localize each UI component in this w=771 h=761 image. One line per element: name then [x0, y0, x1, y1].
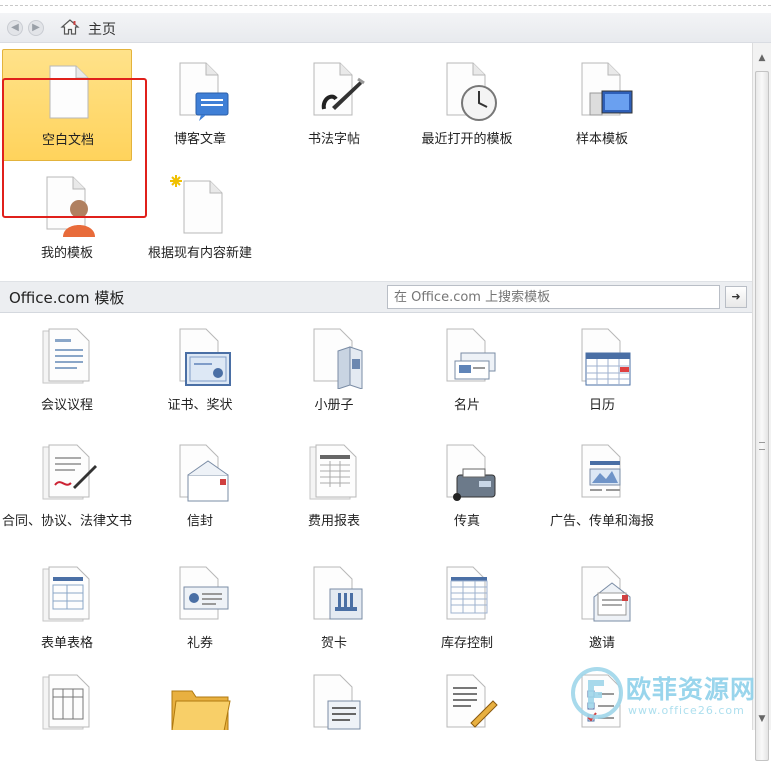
breadcrumb[interactable]: 主页	[88, 19, 116, 39]
watermark-text: 欧菲资源网	[626, 675, 757, 704]
form-icon	[42, 566, 90, 622]
tile-invitation[interactable]: 邀请	[537, 553, 667, 665]
tile-business-card[interactable]: 名片	[402, 315, 532, 427]
tile-partial-4[interactable]	[402, 661, 532, 730]
tile-calligraphy[interactable]: 书法字帖	[269, 49, 399, 161]
tile-new-from-existing[interactable]: 根据现有内容新建	[135, 163, 265, 275]
tile-contract[interactable]: 合同、协议、法律文书	[2, 431, 132, 543]
letter-doc-icon	[313, 674, 361, 730]
tile-brochure[interactable]: 小册子	[269, 315, 399, 427]
tile-flyer[interactable]: 广告、传单和海报	[537, 431, 667, 543]
section-title: Office.com 模板	[9, 289, 125, 307]
vertical-scrollbar[interactable]: ▲ ▼	[752, 43, 771, 761]
tile-agenda[interactable]: 会议议程	[2, 315, 132, 427]
greeting-card-icon	[313, 566, 363, 620]
tile-label: 名片	[453, 398, 480, 413]
tile-label: 根据现有内容新建	[147, 246, 252, 261]
watermark-logo-icon	[571, 667, 623, 719]
tile-label: 信封	[186, 514, 213, 529]
tile-calendar[interactable]: 日历	[537, 315, 667, 427]
blog-post-icon	[179, 62, 229, 121]
business-card-icon	[446, 328, 496, 382]
tile-label: 贺卡	[320, 636, 347, 651]
sample-templates-icon	[581, 62, 633, 116]
tile-label: 广告、传单和海报	[549, 514, 654, 529]
invitation-icon	[581, 566, 631, 622]
tile-blog-post[interactable]: 博客文章	[135, 49, 265, 161]
tile-envelope[interactable]: 信封	[135, 431, 265, 543]
home-icon[interactable]	[60, 18, 80, 36]
tile-label: 最近打开的模板	[421, 132, 513, 147]
gift-certificate-icon	[179, 566, 229, 620]
table-doc-icon	[42, 674, 90, 730]
tile-label: 传真	[453, 514, 480, 529]
search-go-button[interactable]: ➜	[725, 286, 747, 308]
memo-pen-icon	[446, 674, 498, 728]
tile-label: 邀请	[588, 636, 615, 651]
my-templates-icon	[46, 176, 95, 237]
tile-label: 费用报表	[307, 514, 360, 529]
tile-label: 样本模板	[575, 132, 628, 147]
tile-partial-1[interactable]	[2, 661, 132, 730]
tile-expense-report[interactable]: 费用报表	[269, 431, 399, 543]
tile-inventory[interactable]: 库存控制	[402, 553, 532, 665]
tile-label: 礼券	[186, 636, 213, 651]
tile-blank-document[interactable]: 空白文档	[2, 49, 132, 161]
watermark-url: www.office26.com	[628, 704, 745, 717]
certificate-icon	[179, 328, 231, 386]
expense-report-icon	[309, 444, 357, 500]
back-button[interactable]: ◀	[7, 20, 23, 36]
inventory-icon	[446, 566, 488, 620]
tile-label: 库存控制	[440, 636, 493, 651]
recent-templates-icon	[446, 62, 497, 121]
scroll-up-arrow-icon[interactable]: ▲	[755, 51, 769, 65]
tile-fax[interactable]: 传真	[402, 431, 532, 543]
tile-sample-templates[interactable]: 样本模板	[537, 49, 667, 161]
tile-label: 博客文章	[173, 132, 226, 147]
tile-certificate[interactable]: 证书、奖状	[135, 315, 265, 427]
fax-icon	[446, 444, 496, 501]
folder-icon	[171, 690, 231, 730]
envelope-icon	[179, 444, 229, 502]
tile-label: 合同、协议、法律文书	[2, 514, 133, 529]
contract-icon	[42, 444, 97, 500]
tile-label: 空白文档	[41, 133, 94, 148]
scrollbar-thumb[interactable]	[755, 71, 769, 761]
tile-label: 证书、奖状	[167, 398, 233, 413]
tile-label: 书法字帖	[307, 132, 360, 147]
calligraphy-icon	[313, 62, 365, 116]
calendar-icon	[581, 328, 631, 386]
new-from-existing-icon	[170, 175, 223, 234]
tile-gift-certificate[interactable]: 礼券	[135, 553, 265, 665]
navigation-bar: ◀ ▶ 主页	[0, 13, 771, 43]
tile-label: 日历	[588, 398, 615, 413]
tile-my-templates[interactable]: 我的模板	[2, 163, 132, 275]
search-input[interactable]	[387, 285, 720, 309]
forward-button[interactable]: ▶	[28, 20, 44, 36]
flyer-icon	[581, 444, 621, 498]
tile-label: 我的模板	[40, 246, 93, 261]
tile-label: 会议议程	[40, 398, 93, 413]
watermark: 欧菲资源网 www.office26.com	[566, 660, 766, 726]
tile-form[interactable]: 表单表格	[2, 553, 132, 665]
tile-greeting-card[interactable]: 贺卡	[269, 553, 399, 665]
tile-label: 表单表格	[40, 636, 93, 651]
office-templates-header: Office.com 模板 ➜	[0, 281, 752, 313]
tile-partial-3[interactable]	[269, 661, 399, 730]
template-gallery: 空白文档 博客文章 书法字帖 最近打开的模板 样本模板 我的模板 根据现有内容新…	[0, 43, 752, 730]
top-dashed-border	[0, 0, 771, 6]
blank-document-icon	[49, 65, 89, 119]
tile-recent-templates[interactable]: 最近打开的模板	[402, 49, 532, 161]
tile-label: 小册子	[314, 398, 354, 413]
agenda-icon	[42, 328, 90, 384]
tile-partial-2[interactable]	[135, 661, 265, 730]
brochure-icon	[313, 328, 363, 389]
grip-icon	[759, 442, 765, 450]
